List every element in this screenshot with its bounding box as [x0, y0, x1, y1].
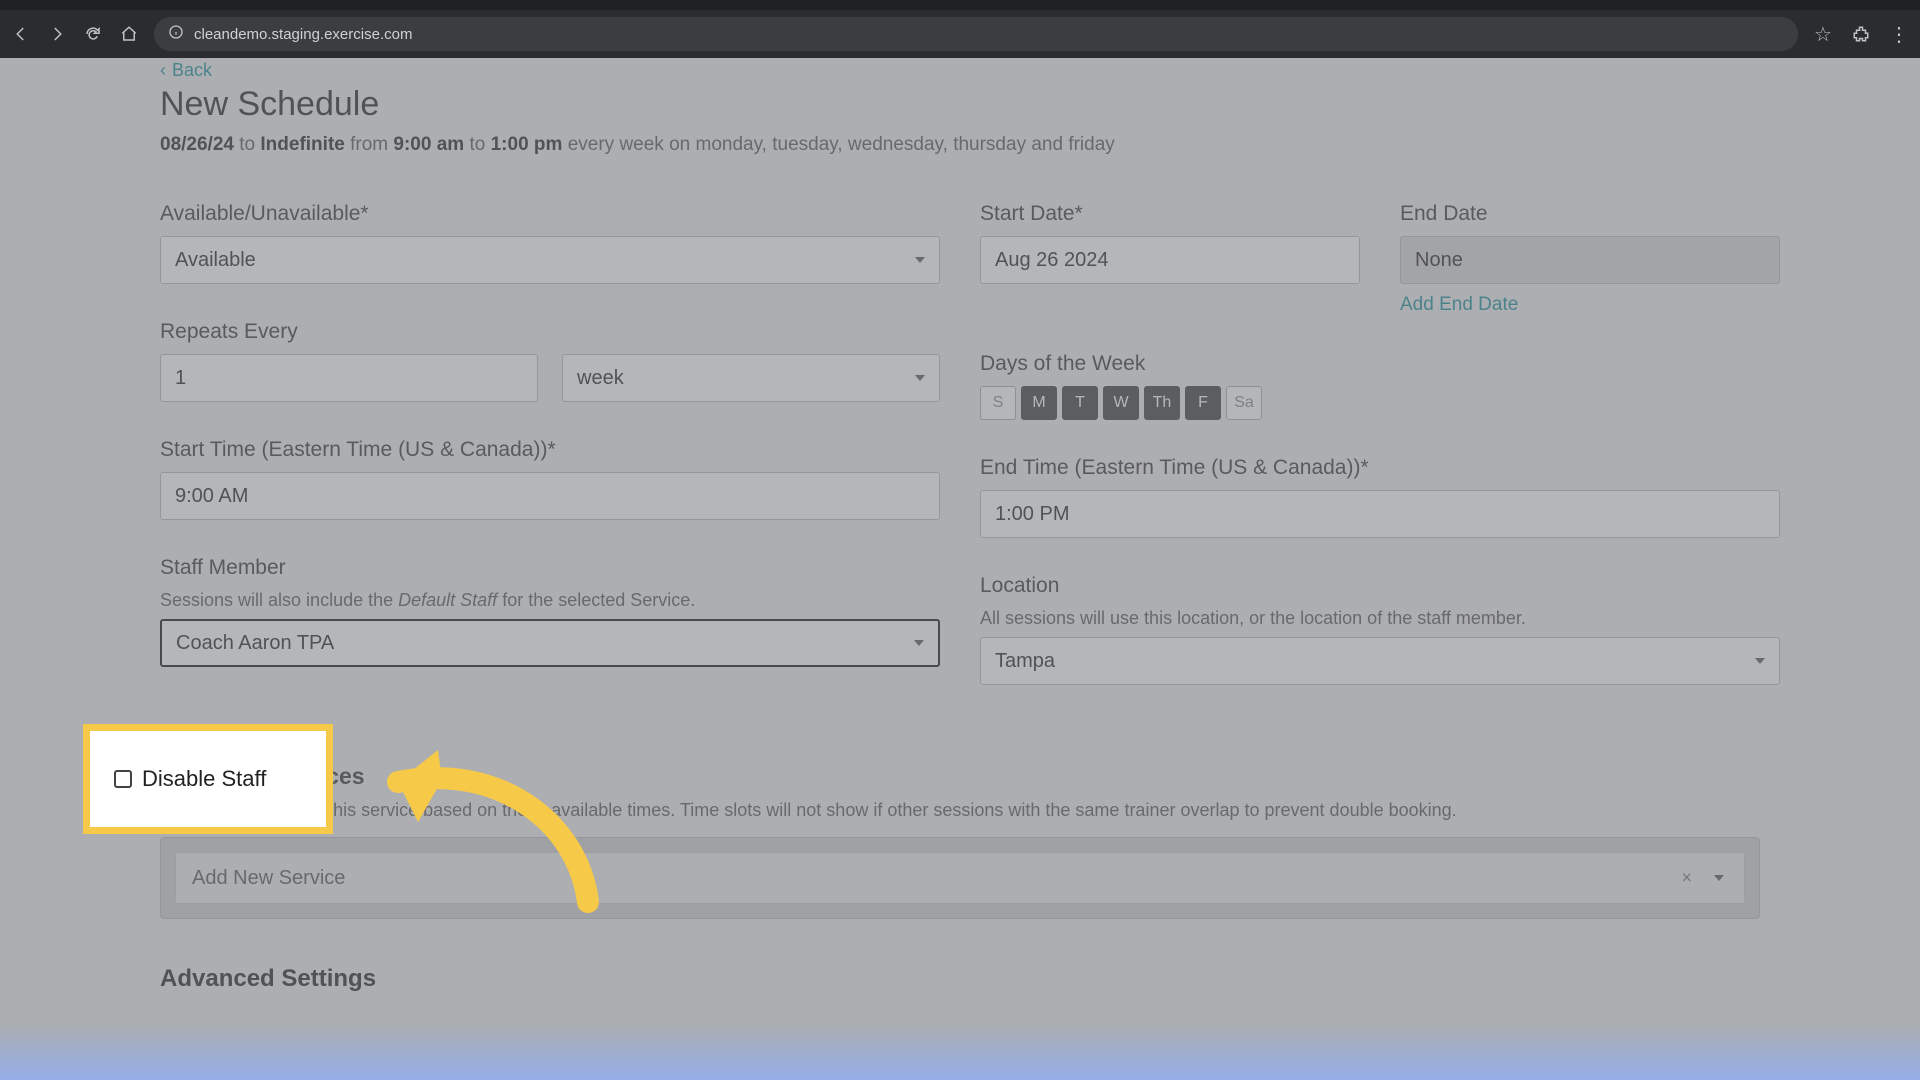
- page-title: New Schedule: [160, 85, 1760, 124]
- forward-icon[interactable]: [46, 23, 68, 45]
- repeats-label: Repeats Every: [160, 320, 940, 344]
- chevron-down-icon: [1714, 875, 1724, 881]
- chevron-down-icon: [914, 640, 924, 646]
- bottom-gradient: [0, 1022, 1920, 1080]
- disable-staff-highlight: Disable Staff: [83, 724, 333, 834]
- url-text: cleandemo.staging.exercise.com: [194, 26, 412, 43]
- day-button-t[interactable]: T: [1062, 386, 1098, 420]
- chevron-left-icon: ‹: [160, 60, 166, 81]
- available-label: Available/Unavailable*: [160, 202, 940, 226]
- chevron-down-icon: [915, 257, 925, 263]
- day-button-w[interactable]: W: [1103, 386, 1139, 420]
- location-select[interactable]: Tampa: [980, 637, 1780, 685]
- location-helper: All sessions will use this location, or …: [980, 608, 1780, 629]
- day-button-s[interactable]: S: [980, 386, 1016, 420]
- end-date-value: None: [1415, 249, 1463, 272]
- extensions-icon[interactable]: [1850, 23, 1872, 45]
- disable-staff-checkbox[interactable]: [114, 770, 132, 788]
- chrome-menu-icon[interactable]: ⋮: [1888, 23, 1910, 45]
- start-date-input[interactable]: Aug 26 2024: [980, 236, 1360, 284]
- chevron-down-icon: [1755, 658, 1765, 664]
- day-button-th[interactable]: Th: [1144, 386, 1180, 420]
- start-time-label: Start Time (Eastern Time (US & Canada))*: [160, 438, 940, 462]
- day-button-sa[interactable]: Sa: [1226, 386, 1262, 420]
- available-value: Available: [175, 249, 256, 272]
- repeats-number-value: 1: [175, 367, 186, 390]
- repeats-unit-value: week: [577, 367, 624, 390]
- end-time-input[interactable]: 1:00 PM: [980, 490, 1780, 538]
- reload-icon[interactable]: [82, 23, 104, 45]
- staff-label: Staff Member: [160, 556, 940, 580]
- staff-select[interactable]: Coach Aaron TPA: [160, 619, 940, 667]
- home-icon[interactable]: [118, 23, 140, 45]
- add-end-date-link[interactable]: Add End Date: [1400, 294, 1518, 316]
- staff-value: Coach Aaron TPA: [176, 632, 334, 655]
- staff-helper: Sessions will also include the Default S…: [160, 590, 940, 611]
- location-value: Tampa: [995, 650, 1055, 673]
- advanced-settings-title: Advanced Settings: [160, 965, 1760, 993]
- start-date-value: Aug 26 2024: [995, 249, 1108, 272]
- start-time-input[interactable]: 9:00 AM: [160, 472, 940, 520]
- end-time-value: 1:00 PM: [995, 503, 1069, 526]
- day-button-f[interactable]: F: [1185, 386, 1221, 420]
- back-link[interactable]: ‹ Back: [160, 58, 1760, 81]
- days-of-week: SMTWThFSa: [980, 386, 1780, 420]
- end-time-label: End Time (Eastern Time (US & Canada))*: [980, 456, 1780, 480]
- end-date-input: None: [1400, 236, 1780, 284]
- disable-staff-label: Disable Staff: [142, 766, 266, 792]
- clear-icon[interactable]: ×: [1681, 868, 1692, 889]
- end-date-label: End Date: [1400, 202, 1780, 226]
- add-service-placeholder: Add New Service: [192, 867, 345, 890]
- available-select[interactable]: Available: [160, 236, 940, 284]
- start-time-value: 9:00 AM: [175, 485, 248, 508]
- start-date-label: Start Date*: [980, 202, 1360, 226]
- chevron-down-icon: [915, 375, 925, 381]
- bookmark-star-icon[interactable]: ☆: [1812, 23, 1834, 45]
- repeats-unit-select[interactable]: week: [562, 354, 940, 402]
- site-info-icon[interactable]: [168, 24, 184, 44]
- schedule-summary: 08/26/24 to Indefinite from 9:00 am to 1…: [160, 134, 1760, 156]
- browser-toolbar: cleandemo.staging.exercise.com ☆ ⋮: [0, 10, 1920, 58]
- back-link-text: Back: [172, 60, 212, 81]
- url-bar[interactable]: cleandemo.staging.exercise.com: [154, 17, 1798, 51]
- repeats-number-input[interactable]: 1: [160, 354, 538, 402]
- annotation-arrow-icon: [348, 722, 628, 922]
- location-label: Location: [980, 574, 1780, 598]
- day-button-m[interactable]: M: [1021, 386, 1057, 420]
- days-label: Days of the Week: [980, 352, 1780, 376]
- back-icon[interactable]: [10, 23, 32, 45]
